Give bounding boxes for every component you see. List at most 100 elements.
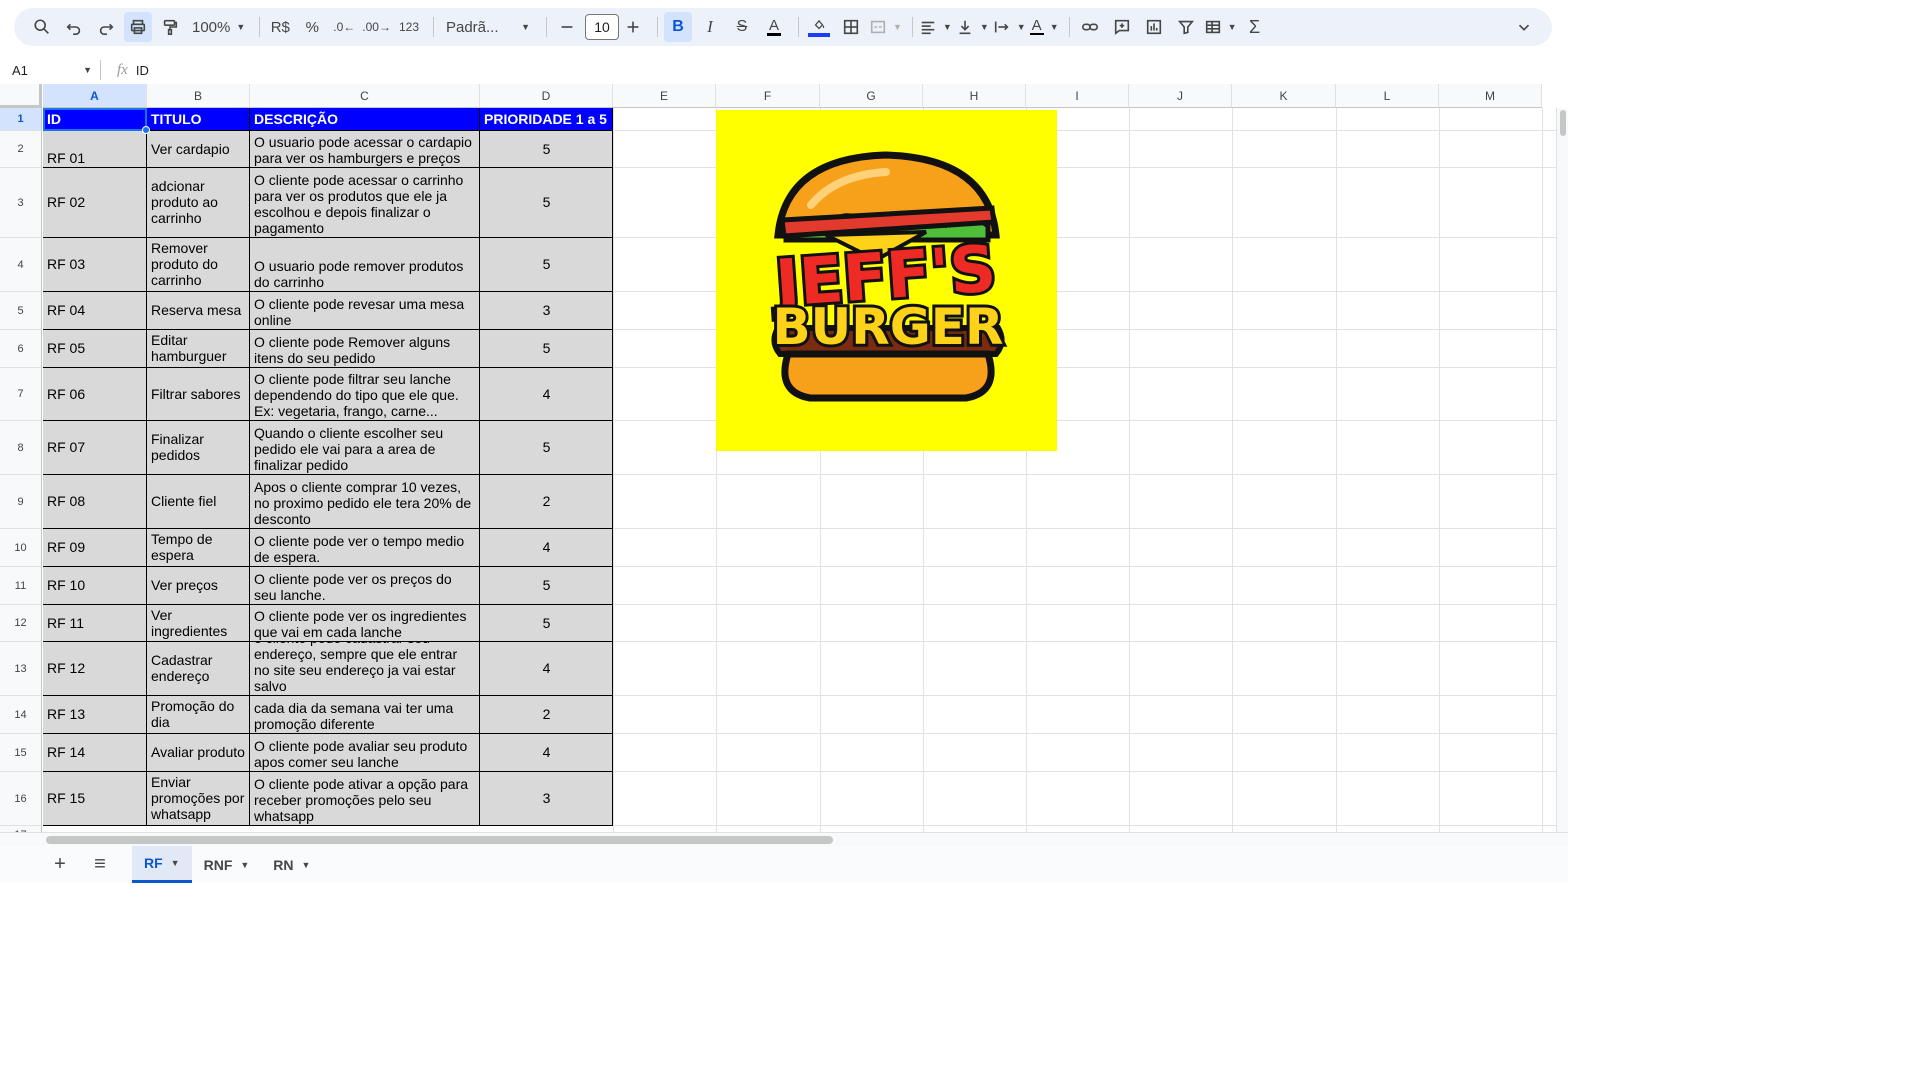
cell-id[interactable]: RF 05: [43, 330, 147, 368]
cell-id[interactable]: RF 06: [43, 368, 147, 421]
cell-titulo[interactable]: Enviar promoções por whatsapp: [147, 772, 250, 826]
cell-descricao[interactable]: O cliente pode ativar a opção para receb…: [250, 772, 480, 826]
header-cell-titulo[interactable]: TITULO: [147, 108, 250, 131]
column-header-c[interactable]: C: [250, 84, 480, 108]
cell-id[interactable]: RF 13: [43, 696, 147, 734]
column-header-m[interactable]: M: [1439, 84, 1542, 108]
cell-titulo[interactable]: Tempo de espera: [147, 529, 250, 567]
row-header-9[interactable]: 9: [0, 475, 42, 529]
cell-prioridade[interactable]: 5: [480, 131, 613, 168]
cell-descricao[interactable]: O cliente pode ver os ingredientes que v…: [250, 605, 480, 642]
cell-titulo[interactable]: Ver ingredientes: [147, 605, 250, 642]
row-header-5[interactable]: 5: [0, 292, 42, 330]
row-header-1[interactable]: 1: [0, 108, 42, 131]
row-header-6[interactable]: 6: [0, 330, 42, 368]
cell-id[interactable]: RF 04: [43, 292, 147, 330]
text-rotation-button[interactable]: A ▼: [1029, 12, 1059, 42]
cell-prioridade[interactable]: 5: [480, 238, 613, 292]
cell-prioridade[interactable]: 4: [480, 368, 613, 421]
cell-titulo[interactable]: Reserva mesa: [147, 292, 250, 330]
comment-icon[interactable]: [1108, 12, 1136, 42]
column-header-j[interactable]: J: [1129, 84, 1232, 108]
font-size-input[interactable]: 10: [584, 14, 619, 40]
row-header-8[interactable]: 8: [0, 421, 42, 475]
cell-descricao[interactable]: O cliente pode revesar uma mesa online: [250, 292, 480, 330]
cell-descricao[interactable]: O cliente pode ver os preços do seu lanc…: [250, 567, 480, 605]
cell-id[interactable]: RF 09: [43, 529, 147, 567]
cell-titulo[interactable]: adcionar produto ao carrinho: [147, 168, 250, 238]
jeffs-burger-logo[interactable]: JEFF'S BURGER: [716, 110, 1057, 451]
cell-descricao[interactable]: o cliente pode cadastrar seu endereço, s…: [250, 642, 480, 696]
decimal-increase-button[interactable]: .00 →: [362, 12, 391, 42]
cell-prioridade[interactable]: 3: [480, 292, 613, 330]
cell-id[interactable]: RF 02: [43, 168, 147, 238]
cell-titulo[interactable]: Filtrar sabores: [147, 368, 250, 421]
cell-prioridade[interactable]: 5: [480, 330, 613, 368]
bold-button[interactable]: B: [663, 12, 692, 42]
cell-prioridade[interactable]: 5: [480, 168, 613, 238]
column-header-b[interactable]: B: [147, 84, 250, 108]
row-header-11[interactable]: 11: [0, 567, 42, 605]
undo-icon[interactable]: [60, 12, 88, 42]
row-header-4[interactable]: 4: [0, 238, 42, 292]
horizontal-scrollbar[interactable]: [0, 832, 1568, 846]
paint-format-icon[interactable]: [156, 12, 184, 42]
spreadsheet-grid[interactable]: ABCDEFGHIJKLM 1234567891011121314151617 …: [0, 84, 1568, 832]
column-header-a[interactable]: A: [43, 84, 147, 108]
cell-titulo[interactable]: Avaliar produto: [147, 734, 250, 772]
fill-handle[interactable]: [142, 126, 150, 134]
cell-titulo[interactable]: Remover produto do carrinho: [147, 238, 250, 292]
currency-button[interactable]: R$: [266, 12, 294, 42]
column-header-k[interactable]: K: [1232, 84, 1336, 108]
cell-id[interactable]: RF 07: [43, 421, 147, 475]
column-header-f[interactable]: F: [716, 84, 820, 108]
search-icon[interactable]: [28, 12, 56, 42]
cell-descricao[interactable]: O cliente pode ver o tempo medio de espe…: [250, 529, 480, 567]
print-icon[interactable]: [124, 12, 152, 42]
column-header-i[interactable]: I: [1026, 84, 1129, 108]
font-family-select[interactable]: Padrã... ▼: [440, 12, 536, 42]
cell-id[interactable]: RF 14: [43, 734, 147, 772]
cell-descricao[interactable]: O cliente pode Remover alguns itens do s…: [250, 330, 480, 368]
sheet-tab-rnf[interactable]: RNF ▼: [192, 846, 262, 883]
cell-descricao[interactable]: Quando o cliente escolher seu pedido ele…: [250, 421, 480, 475]
cell-descricao[interactable]: O cliente pode avaliar seu produto apos …: [250, 734, 480, 772]
header-cell-prioridade[interactable]: PRIORIDADE 1 a 5: [480, 108, 613, 131]
cell-titulo[interactable]: Promoção do dia: [147, 696, 250, 734]
text-color-button[interactable]: A: [760, 12, 788, 42]
row-header-3[interactable]: 3: [0, 168, 42, 238]
cell-titulo[interactable]: Cadastrar endereço: [147, 642, 250, 696]
cell-descricao[interactable]: O usuario pode remover produtos do carri…: [250, 238, 480, 292]
row-header-12[interactable]: 12: [0, 605, 42, 642]
cell-prioridade[interactable]: 4: [480, 642, 613, 696]
align-icon[interactable]: ▼: [919, 12, 952, 42]
redo-icon[interactable]: [92, 12, 120, 42]
link-icon[interactable]: [1076, 12, 1104, 42]
zoom-select[interactable]: 100% ▼: [188, 12, 249, 42]
header-cell-descricao[interactable]: DESCRIÇÃO: [250, 108, 480, 131]
borders-icon[interactable]: [837, 12, 865, 42]
strikethrough-button[interactable]: S: [728, 12, 756, 42]
header-cell-id[interactable]: ID: [43, 108, 147, 131]
sheet-tab-rf[interactable]: RF ▼: [132, 846, 192, 883]
table-icon[interactable]: ▼: [1204, 12, 1237, 42]
cell-prioridade[interactable]: 4: [480, 529, 613, 567]
vertical-scroll-thumb[interactable]: [1560, 110, 1566, 136]
cell-titulo[interactable]: Ver preços: [147, 567, 250, 605]
add-sheet-icon[interactable]: +: [40, 853, 80, 876]
cell-id[interactable]: RF 08: [43, 475, 147, 529]
cell-titulo[interactable]: Finalizar pedidos: [147, 421, 250, 475]
name-box[interactable]: A1 ▼: [0, 63, 100, 78]
row-header-15[interactable]: 15: [0, 734, 42, 772]
cell-prioridade[interactable]: 5: [480, 605, 613, 642]
wrap-icon[interactable]: ▼: [993, 12, 1026, 42]
cell-id[interactable]: RF 15: [43, 772, 147, 826]
vertical-scrollbar[interactable]: [1556, 108, 1568, 832]
cell-prioridade[interactable]: 2: [480, 696, 613, 734]
row-header-16[interactable]: 16: [0, 772, 42, 826]
merge-icon[interactable]: ▼: [869, 12, 902, 42]
column-header-d[interactable]: D: [480, 84, 613, 108]
cell-prioridade[interactable]: 2: [480, 475, 613, 529]
sheet-tab-rn[interactable]: RN ▼: [261, 846, 322, 883]
cell-descricao[interactable]: cada dia da semana vai ter uma promoção …: [250, 696, 480, 734]
